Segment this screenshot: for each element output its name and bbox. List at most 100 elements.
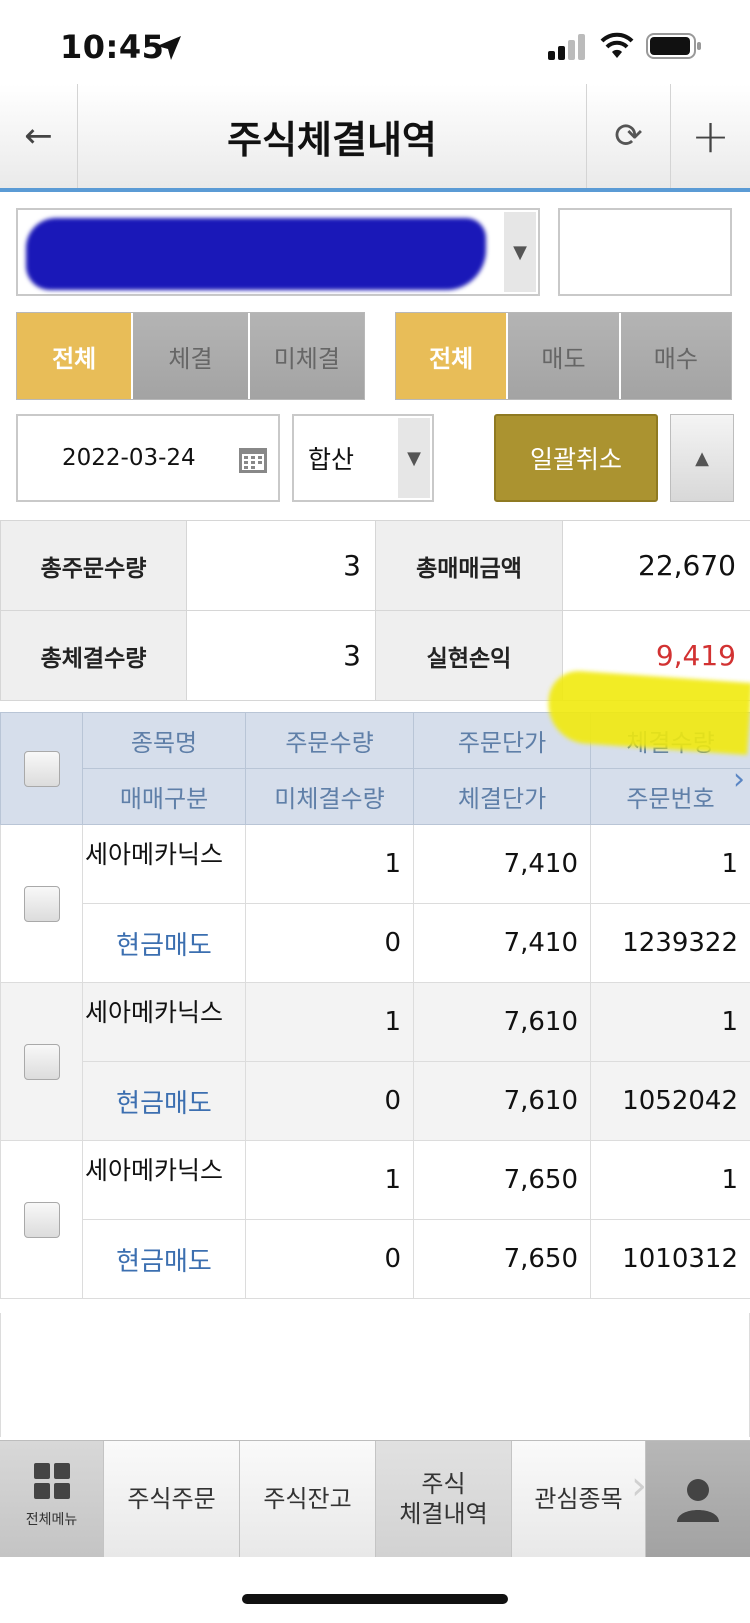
realized-pl-label: 실현손익	[375, 610, 563, 701]
filter-side-all[interactable]: 전체	[396, 313, 509, 399]
filter-exec-pending[interactable]: 미체결	[249, 313, 364, 399]
exec-price: 7,650	[413, 1219, 591, 1299]
exec-price: 7,410	[413, 903, 591, 983]
aggregate-select[interactable]: 합산 ▼	[292, 414, 434, 502]
status-bar: 10:45	[0, 0, 750, 88]
account-password-field[interactable]	[558, 208, 732, 296]
table-row[interactable]: 현금매도 0 7,610 1052042	[1, 1061, 750, 1141]
row-select-cell	[0, 824, 83, 983]
exec-filter: 전체 체결 미체결	[16, 312, 365, 400]
select-all-checkbox[interactable]	[23, 750, 60, 787]
battery-icon	[646, 33, 701, 59]
chevron-down-icon[interactable]: ▼	[504, 212, 536, 292]
collapse-button[interactable]: ▲	[670, 414, 734, 502]
stock-name: 세아메카닉스	[82, 982, 246, 1062]
grid-empty-area	[0, 1313, 750, 1437]
table-row[interactable]: 현금매도 0 7,410 1239322	[1, 903, 750, 983]
page-title: 주식체결내역	[227, 117, 437, 162]
stock-name: 세아메카닉스	[82, 1140, 246, 1220]
back-button[interactable]: ←	[0, 84, 78, 188]
status-time: 10:45	[60, 28, 165, 66]
summary-table: 총주문수량 3 총매매금액 22,670 총체결수량 3 실현손익 9,419	[0, 520, 750, 701]
tab-stock-order[interactable]: 주식주문	[104, 1441, 240, 1557]
trade-type: 현금매도	[82, 1061, 246, 1141]
unexec-qty: 0	[245, 903, 414, 983]
tab-full-menu-label: 전체메뉴	[25, 1512, 78, 1528]
side-filter: 전체 매도 매수	[395, 312, 732, 400]
total-exec-qty-label: 총체결수량	[0, 610, 187, 701]
order-no: 1052042	[590, 1061, 750, 1141]
cellular-signal-icon	[548, 34, 585, 60]
tab-exec-history-line2: 체결내역	[399, 1500, 488, 1528]
exec-qty: 1	[590, 824, 750, 904]
total-order-qty-label: 총주문수량	[0, 520, 187, 611]
chevron-right-icon: ›	[631, 1463, 647, 1509]
table-row[interactable]: 세아메카닉스 1 7,650 1	[0, 1140, 750, 1299]
trade-type: 현금매도	[82, 903, 246, 983]
highlighter-mark	[545, 669, 750, 755]
trade-type: 현금매도	[82, 1219, 246, 1299]
tab-exec-history-line1: 주식	[421, 1470, 466, 1498]
order-price: 7,650	[413, 1140, 591, 1220]
col-trade-type: 매매구분	[82, 768, 246, 825]
filter-side-buy[interactable]: 매수	[620, 313, 731, 399]
add-button[interactable]: +	[670, 84, 750, 188]
order-qty: 1	[245, 1140, 414, 1220]
calendar-icon[interactable]	[238, 444, 268, 474]
tab-stock-balance[interactable]: 주식잔고	[240, 1441, 376, 1557]
exec-qty: 1	[590, 982, 750, 1062]
bottom-tab-bar: 전체메뉴 주식주문 주식잔고 주식 체결내역 관심종목 ›	[0, 1440, 750, 1557]
scroll-right-icon[interactable]: ›	[733, 762, 745, 797]
redacted-account	[26, 218, 486, 290]
order-qty: 1	[245, 824, 414, 904]
tab-full-menu[interactable]: 전체메뉴	[0, 1441, 104, 1557]
cancel-all-button[interactable]: 일괄취소	[494, 414, 658, 502]
app-header: ← 주식체결내역 ⟳ +	[0, 84, 750, 192]
home-indicator[interactable]	[242, 1594, 508, 1604]
date-value: 2022-03-24	[62, 445, 196, 471]
unexec-qty: 0	[245, 1219, 414, 1299]
row-checkbox[interactable]	[23, 885, 60, 922]
user-button[interactable]	[646, 1441, 750, 1557]
tab-watchlist[interactable]: 관심종목 ›	[512, 1441, 647, 1557]
grid-menu-icon	[33, 1463, 70, 1499]
execution-grid: 종목명 주문수량 주문단가 체결수량 매매구분 미체결수량 체결단가 주문번호 …	[0, 712, 750, 1299]
total-order-qty: 3	[186, 520, 376, 611]
order-no: 1239322	[590, 903, 750, 983]
refresh-button[interactable]: ⟳	[586, 84, 670, 188]
filter-exec-done[interactable]: 체결	[133, 313, 250, 399]
order-price: 7,410	[413, 824, 591, 904]
refresh-icon: ⟳	[614, 116, 643, 156]
filter-exec-all[interactable]: 전체	[17, 313, 134, 399]
col-unexec-qty: 미체결수량	[245, 768, 414, 825]
total-trade-amount: 22,670	[562, 520, 750, 611]
row-select-cell	[0, 982, 83, 1141]
aggregate-value: 합산	[308, 445, 355, 474]
date-field[interactable]: 2022-03-24	[16, 414, 280, 502]
col-order-qty: 주문수량	[245, 712, 414, 769]
user-icon	[677, 1479, 719, 1522]
table-row[interactable]: 세아메카닉스 1 7,610 1	[0, 982, 750, 1141]
row-checkbox[interactable]	[23, 1201, 60, 1238]
col-exec-price: 체결단가	[413, 768, 591, 825]
row-checkbox[interactable]	[23, 1043, 60, 1080]
col-order-no: 주문번호	[590, 768, 750, 825]
stock-name: 세아메카닉스	[82, 824, 246, 904]
plus-icon: +	[691, 109, 730, 163]
tab-exec-history[interactable]: 주식 체결내역	[376, 1441, 512, 1557]
col-stock-name: 종목명	[82, 712, 246, 769]
account-select[interactable]: ▼	[16, 208, 540, 296]
chevron-up-icon: ▲	[695, 447, 709, 469]
filter-side-sell[interactable]: 매도	[508, 313, 621, 399]
exec-price: 7,610	[413, 1061, 591, 1141]
total-exec-qty: 3	[186, 610, 376, 701]
back-arrow-icon: ←	[24, 116, 53, 156]
wifi-icon	[600, 32, 634, 58]
order-no: 1010312	[590, 1219, 750, 1299]
row-select-cell	[0, 1140, 83, 1299]
order-qty: 1	[245, 982, 414, 1062]
table-row[interactable]: 현금매도 0 7,650 1010312	[1, 1219, 750, 1299]
table-row[interactable]: 세아메카닉스 1 7,410 1	[0, 824, 750, 983]
tab-watchlist-label: 관심종목	[534, 1485, 623, 1513]
location-icon	[157, 36, 181, 60]
